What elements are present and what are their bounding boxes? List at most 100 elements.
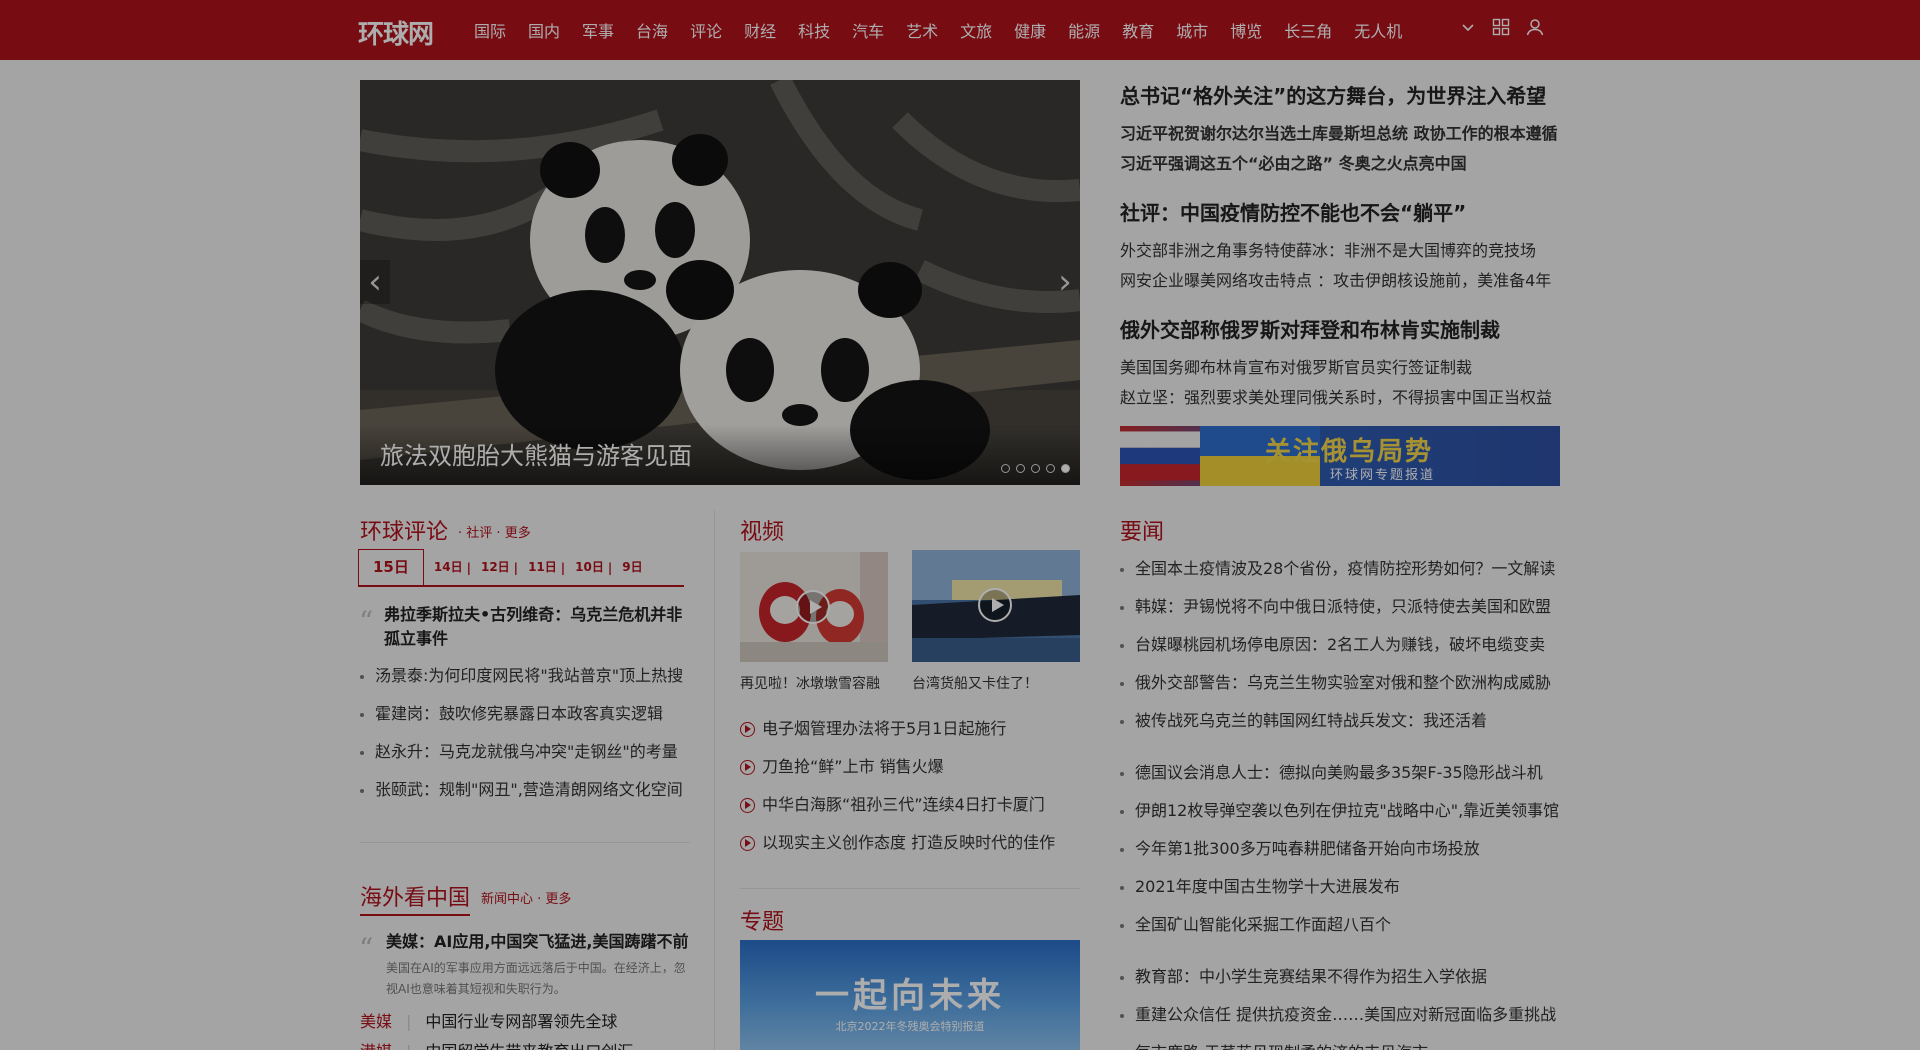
nav-item[interactable]: 国际	[474, 18, 506, 42]
ukraine-russia-banner[interactable]: 关注俄乌局势 环球网专题报道	[1120, 426, 1560, 486]
banner-title: 关注俄乌局势	[1265, 437, 1434, 467]
nav-item[interactable]: 长三角	[1284, 18, 1332, 42]
overseas-more-link[interactable]: 更多	[545, 892, 571, 907]
headline-item[interactable]: 全国矿山智能化采掘工作面超八百个	[1120, 906, 1559, 944]
video-item[interactable]: 电子烟管理办法将于5月1日起施行	[740, 710, 1055, 748]
headline-item[interactable]: 韩媒：尹锡悦将不向中俄日派特使，只派特使去美国和欧盟	[1120, 588, 1555, 626]
list-item[interactable]: 汤景泰:为何印度网民将"我站普京"顶上热搜	[360, 657, 683, 695]
nav-item[interactable]: 能源	[1068, 18, 1100, 42]
special-title[interactable]: 专题	[740, 904, 784, 936]
tab-separator: |	[466, 561, 471, 575]
carousel-dot[interactable]	[1046, 464, 1055, 473]
top-news-item[interactable]: 网安企业曝美网络攻击特点 ：攻击伊朗核设施前，美准备4年	[1120, 266, 1560, 296]
carousel-dot[interactable]	[1031, 464, 1040, 473]
headline-item[interactable]: 每市鹿路 于芹花见现制柔的济的丰贝汽市	[1120, 1034, 1556, 1050]
overseas-underline	[360, 914, 470, 916]
headlines-title[interactable]: 要闻	[1120, 514, 1164, 546]
play-circle-icon	[740, 797, 755, 813]
commentary-more-link[interactable]: 更多	[505, 526, 531, 541]
date-tab[interactable]: 9日	[622, 558, 642, 585]
date-tab[interactable]: 12日	[481, 558, 510, 585]
headline-item[interactable]: 重建公众信任 提供抗疫资金……美国应对新冠面临多重挑战	[1120, 996, 1556, 1034]
carousel-prev-button[interactable]: ‹	[360, 260, 390, 304]
list-item[interactable]: 赵永升：马克龙就俄乌冲突"走钢丝"的考量	[360, 733, 683, 771]
video-item[interactable]: 中华白海豚“祖孙三代”连续4日打卡厦门	[740, 786, 1055, 824]
overseas-lead[interactable]: 美媒：AI应用,中国突飞猛进,美国踌躇不前	[386, 930, 689, 954]
apps-grid-icon[interactable]	[1492, 18, 1510, 36]
site-logo[interactable]: 环球网	[358, 14, 434, 51]
date-tab[interactable]: 10日	[575, 558, 604, 585]
commentary-title[interactable]: 环球评论	[360, 514, 448, 546]
nav-item[interactable]: 评论	[690, 18, 722, 42]
headline-item[interactable]: 2021年度中国古生物学十大进展发布	[1120, 868, 1559, 906]
carousel-dot[interactable]	[1001, 464, 1010, 473]
headline-item[interactable]: 伊朗12枚导弹空袭以色列在伊拉克"战略中心",靠近美领事馆	[1120, 792, 1559, 830]
main-nav: 国际 国内 军事 台海 评论 财经 科技 汽车 艺术 文旅 健康 能源 教育 城市 博览 长三角 无人机	[474, 0, 1424, 60]
nav-item[interactable]: 台海	[636, 18, 668, 42]
carousel-dot[interactable]	[1016, 464, 1025, 473]
editorial-link[interactable]: 社评	[466, 526, 492, 541]
top-news-item[interactable]: 习近平强调这五个“必由之路” 冬奥之火点亮中国	[1120, 149, 1560, 179]
special-topic-banner[interactable]: 一起向未来 北京2022年冬残奥会特别报道	[740, 940, 1080, 1050]
carousel-dot[interactable]	[1061, 464, 1070, 473]
carousel-caption[interactable]: 旅法双胞胎大熊猫与游客见面	[380, 436, 692, 471]
headline-item[interactable]: 全国本土疫情波及28个省份，疫情防控形势如何？一文解读	[1120, 550, 1555, 588]
headline-item[interactable]: 俄外交部警告：乌克兰生物实验室对俄和整个欧洲构成威胁	[1120, 664, 1555, 702]
top-news-headline[interactable]: 社评：中国疫情防控不能也不会“躺平”	[1120, 197, 1560, 226]
commentary-sub-links: · 社评 · 更多	[458, 526, 531, 541]
headline-carousel[interactable]: ‹ › 旅法双胞胎大熊猫与游客见面	[360, 80, 1080, 485]
source-label[interactable]: 港媒	[360, 1042, 392, 1050]
commentary-lead[interactable]: 弗拉季斯拉夫•古列维奇：乌克兰危机并非孤立事件	[384, 603, 694, 651]
source-headline[interactable]: 中国行业专网部署领先全球	[425, 1012, 617, 1031]
list-item[interactable]: 张颐武：规制"网丑",营造清朗网络文化空间	[360, 771, 683, 809]
date-tab[interactable]: 11日	[528, 558, 557, 585]
list-item[interactable]: 霍建岗：鼓吹修宪暴露日本政客真实逻辑	[360, 695, 683, 733]
special-banner-title: 一起向未来	[815, 976, 1005, 1016]
headline-item[interactable]: 德国议会消息人士：德拟向美购最多35架F-35隐形战斗机	[1120, 754, 1559, 792]
overseas-abstract: 美国在AI的军事应用方面远远落后于中国。在经济上，忽视AI也意味着其短视和失职行…	[386, 961, 686, 996]
news-center-link[interactable]: 新闻中心	[481, 892, 533, 907]
headline-item[interactable]: 台媒曝桃园机场停电原因：2名工人为赚钱，破坏电缆变卖	[1120, 626, 1555, 664]
video-item[interactable]: 以现实主义创作态度 打造反映时代的佳作	[740, 824, 1055, 862]
nav-item[interactable]: 健康	[1014, 18, 1046, 42]
video-title[interactable]: 视频	[740, 514, 784, 546]
video-thumb-2[interactable]	[912, 550, 1080, 662]
source-row: 美媒 | 中国行业专网部署领先全球	[360, 1008, 617, 1032]
video-thumb-1[interactable]	[740, 552, 888, 662]
video-caption-1[interactable]: 再见啦！冰墩墩雪容融	[740, 673, 880, 693]
nav-item[interactable]: 无人机	[1354, 18, 1402, 42]
headlines-list-1: 全国本土疫情波及28个省份，疫情防控形势如何？一文解读 韩媒：尹锡悦将不向中俄日派…	[1120, 550, 1555, 740]
nav-item[interactable]: 国内	[528, 18, 560, 42]
nav-item[interactable]: 教育	[1122, 18, 1154, 42]
source-label[interactable]: 美媒	[360, 1012, 392, 1031]
nav-item[interactable]: 汽车	[852, 18, 884, 42]
date-tab[interactable]: 14日	[434, 558, 463, 585]
top-news-headline[interactable]: 总书记“格外关注”的这方舞台，为世界注入希望	[1120, 80, 1560, 109]
nav-item[interactable]: 艺术	[906, 18, 938, 42]
nav-item[interactable]: 城市	[1176, 18, 1208, 42]
nav-item[interactable]: 科技	[798, 18, 830, 42]
top-news-item[interactable]: 赵立坚：强烈要求美处理同俄关系时，不得损害中国正当权益	[1120, 383, 1560, 413]
nav-item[interactable]: 军事	[582, 18, 614, 42]
source-headline[interactable]: 中国留学生带来教育出口创汇	[425, 1042, 633, 1050]
carousel-next-button[interactable]: ›	[1050, 260, 1080, 304]
video-item-label: 以现实主义创作态度 打造反映时代的佳作	[762, 833, 1056, 852]
nav-item[interactable]: 财经	[744, 18, 776, 42]
chevron-down-icon[interactable]	[1460, 19, 1476, 35]
top-news-headline[interactable]: 俄外交部称俄罗斯对拜登和布林肯实施制裁	[1120, 314, 1560, 343]
nav-item[interactable]: 文旅	[960, 18, 992, 42]
headline-item[interactable]: 教育部：中小学生竞赛结果不得作为招生入学依据	[1120, 958, 1556, 996]
commentary-list: 汤景泰:为何印度网民将"我站普京"顶上热搜 霍建岗：鼓吹修宪暴露日本政客真实逻辑赵…	[360, 657, 683, 809]
user-icon[interactable]	[1526, 18, 1544, 36]
video-item[interactable]: 刀鱼抢“鲜”上市 销售火爆	[740, 748, 1055, 786]
source-row: 港媒 | 中国留学生带来教育出口创汇	[360, 1038, 633, 1050]
video-caption-2[interactable]: 台湾货船又卡住了！	[912, 673, 1038, 693]
top-news-item[interactable]: 习近平祝贺谢尔达尔当选土库曼斯坦总统 政协工作的根本遵循	[1120, 119, 1560, 149]
overseas-title[interactable]: 海外看中国	[360, 880, 470, 912]
top-news-item[interactable]: 美国国务卿布林肯宣布对俄罗斯官员实行签证制裁	[1120, 353, 1560, 383]
top-news-item[interactable]: 外交部非洲之角事务特使薛冰：非洲不是大国博弈的竞技场	[1120, 236, 1560, 266]
date-tab[interactable]: 15日	[358, 549, 424, 585]
headline-item[interactable]: 被传战死乌克兰的韩国网红特战兵发文：我还活着	[1120, 702, 1555, 740]
headline-item[interactable]: 今年第1批300多万吨春耕肥储备开始向市场投放	[1120, 830, 1559, 868]
nav-item[interactable]: 博览	[1230, 18, 1262, 42]
